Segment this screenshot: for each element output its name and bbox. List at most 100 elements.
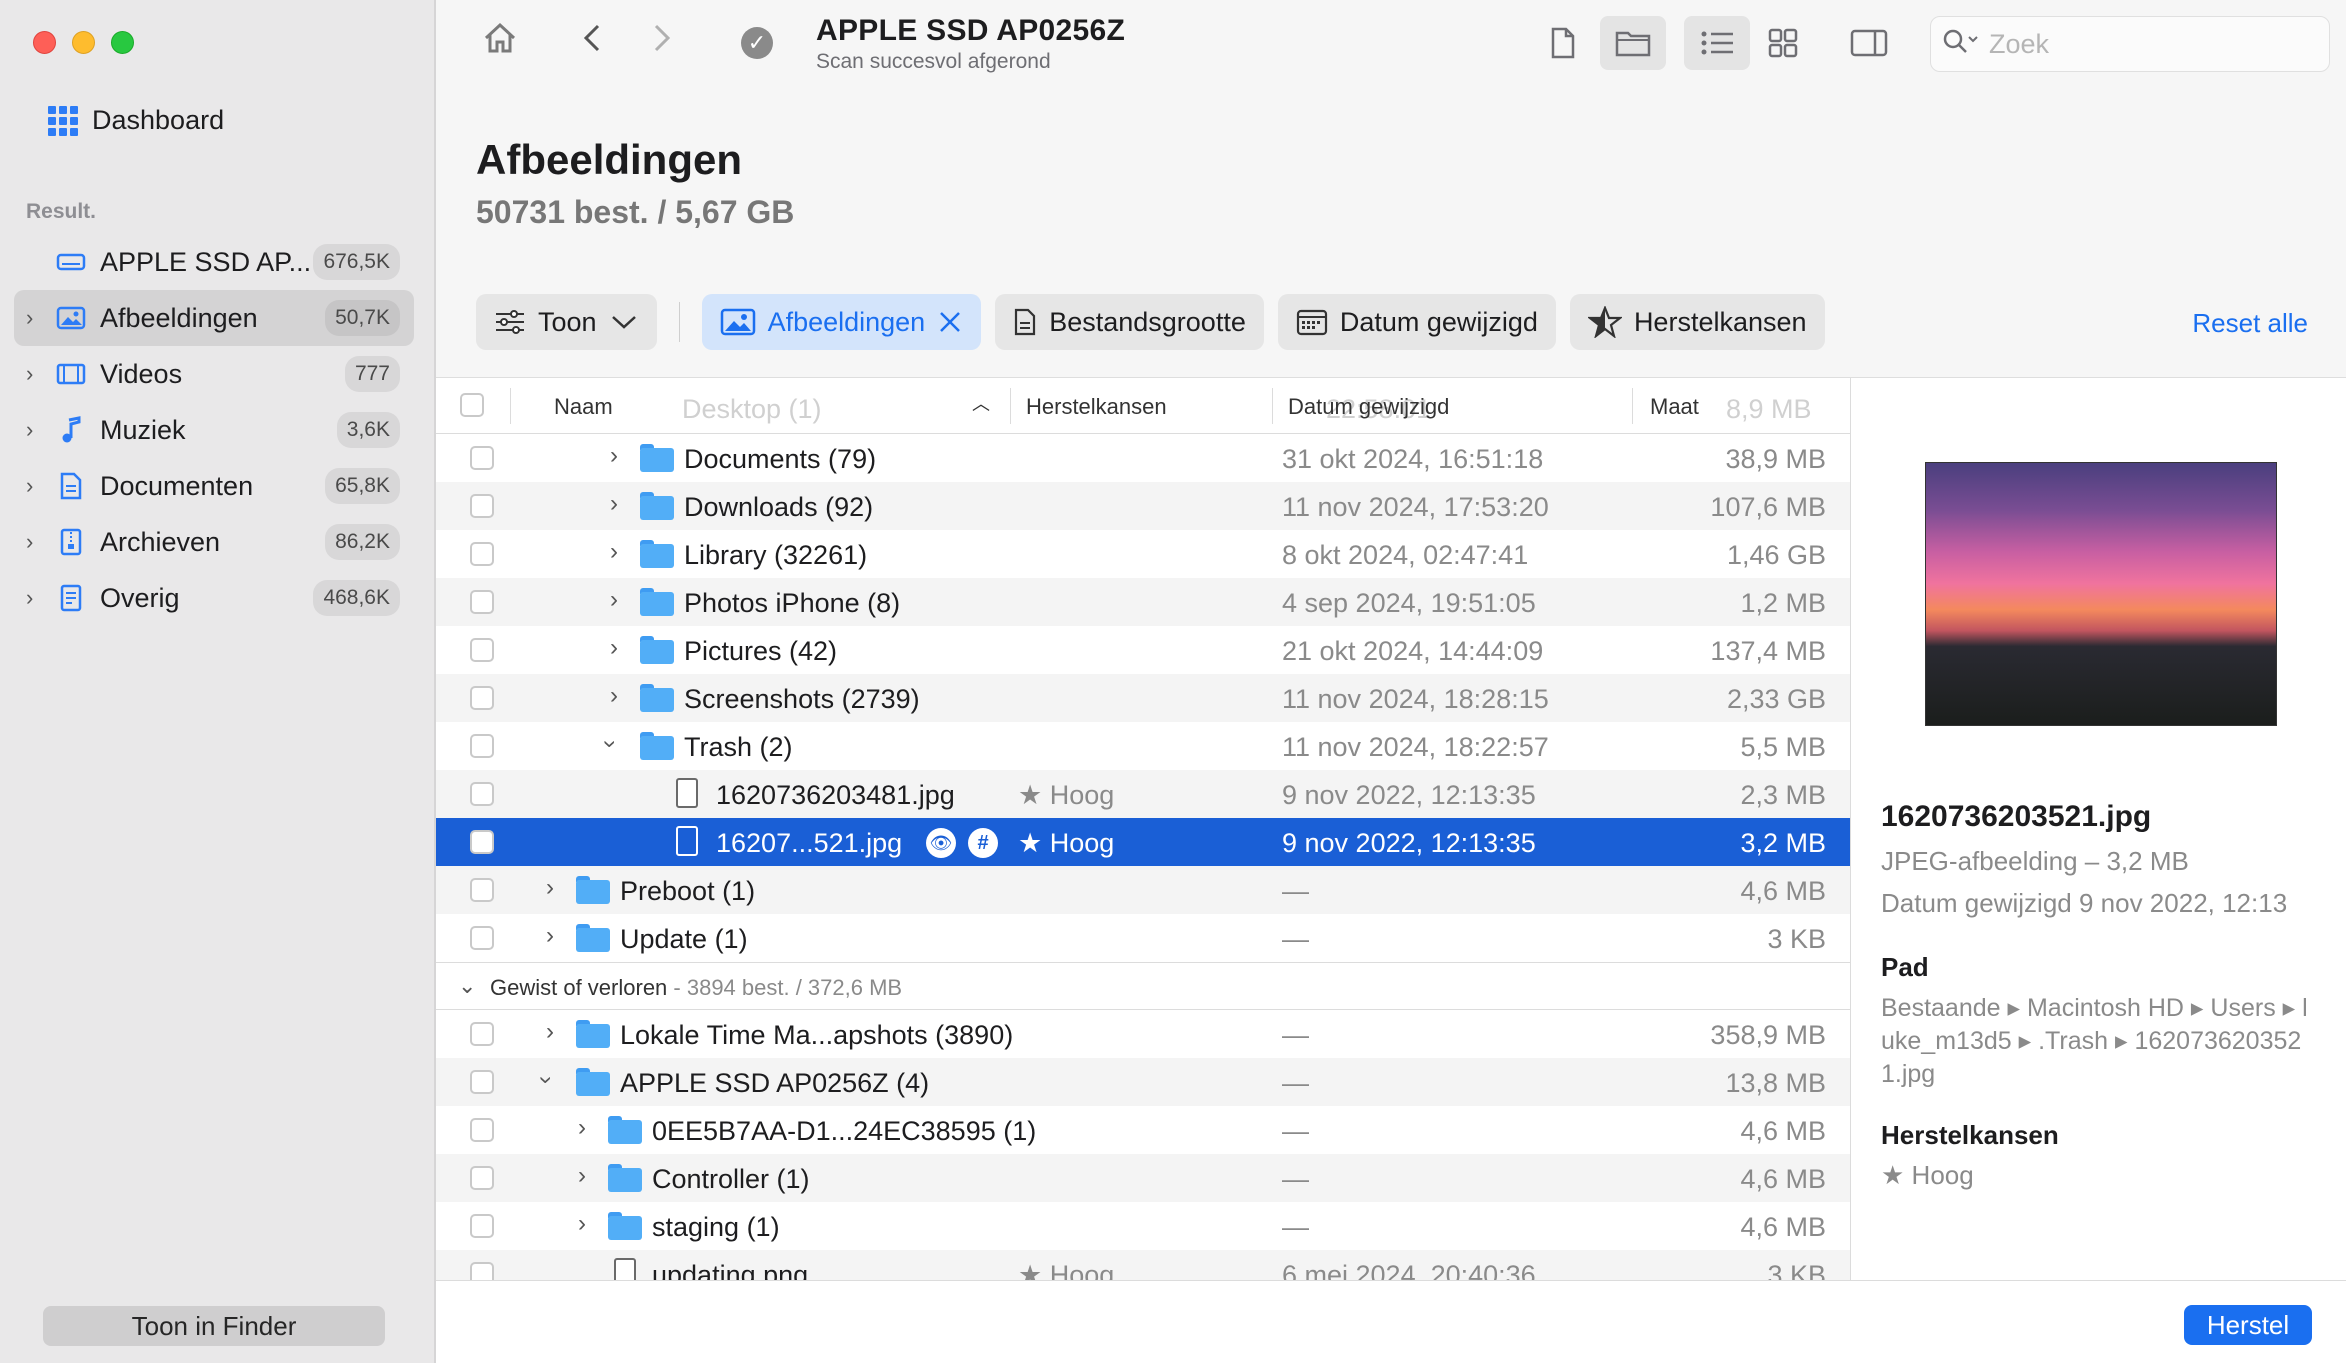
chevron-right-icon[interactable]: › — [610, 586, 618, 614]
row-checkbox[interactable] — [470, 878, 494, 902]
row-checkbox[interactable] — [470, 1262, 494, 1280]
chevron-right-icon[interactable]: › — [26, 529, 46, 555]
recover-button[interactable]: Herstel — [2184, 1305, 2312, 1345]
chevron-right-icon[interactable]: › — [578, 1114, 586, 1142]
chevron-right-icon[interactable]: › — [578, 1162, 586, 1190]
table-row-selected[interactable]: 16207...521.jpg 👁 # ★ Hoog 9 nov 2022, 1… — [436, 818, 1850, 866]
column-header-size[interactable]: Maat — [1650, 394, 1699, 420]
reset-all-link[interactable]: Reset alle — [2192, 308, 2308, 339]
table-row[interactable]: updating.png ★ Hoog 6 mei 2024, 20:40:36… — [436, 1250, 1850, 1280]
home-icon[interactable] — [480, 18, 520, 67]
row-checkbox[interactable] — [470, 926, 494, 950]
row-checkbox[interactable] — [470, 1214, 494, 1238]
grid-view-button[interactable] — [1750, 16, 1816, 70]
chevron-right-icon[interactable]: › — [610, 442, 618, 470]
sidebar-item-archieven[interactable]: › Archieven 86,2K — [14, 514, 414, 570]
preview-panel: 1620736203521.jpg JPEG-afbeelding – 3,2 … — [1850, 378, 2346, 1280]
row-checkbox[interactable] — [470, 734, 494, 758]
star-icon: ★ — [1018, 828, 1043, 858]
table-row[interactable]: › APPLE SSD AP0256Z (4) — 13,8 MB — [436, 1058, 1850, 1106]
sidebar-item-afbeeldingen[interactable]: › Afbeeldingen 50,7K — [14, 290, 414, 346]
row-checkbox[interactable] — [470, 1166, 494, 1190]
filter-afbeeldingen-chip[interactable]: Afbeeldingen — [701, 294, 982, 350]
table-row[interactable]: › Screenshots (2739) 11 nov 2024, 18:28:… — [436, 674, 1850, 722]
row-checkbox[interactable] — [470, 542, 494, 566]
row-checkbox[interactable] — [470, 494, 494, 518]
table-row[interactable]: › Downloads (92) 11 nov 2024, 17:53:20 1… — [436, 482, 1850, 530]
row-date: 9 nov 2022, 12:13:35 — [1282, 828, 1536, 858]
row-checkbox[interactable] — [470, 1022, 494, 1046]
eye-icon[interactable]: 👁 — [926, 828, 956, 858]
sidebar-item-apple-ssd[interactable]: APPLE SSD AP... 676,5K — [14, 234, 414, 290]
table-row[interactable]: › Trash (2) 11 nov 2024, 18:22:57 5,5 MB — [436, 722, 1850, 770]
folder-view-button[interactable] — [1600, 16, 1666, 70]
table-row[interactable]: › Documents (79) 31 okt 2024, 16:51:18 3… — [436, 434, 1850, 482]
hash-icon[interactable]: # — [968, 828, 998, 858]
table-row[interactable]: › staging (1) — 4,6 MB — [436, 1202, 1850, 1250]
chevron-right-icon[interactable]: › — [546, 922, 554, 950]
back-chevron-icon[interactable] — [580, 20, 604, 65]
file-view-button[interactable] — [1530, 16, 1596, 70]
zoom-window-button[interactable] — [111, 31, 134, 54]
search-field[interactable]: Zoek — [1930, 16, 2330, 72]
chevron-right-icon[interactable]: › — [26, 305, 46, 331]
table-row[interactable]: › Library (32261) 8 okt 2024, 02:47:41 1… — [436, 530, 1850, 578]
chevron-down-icon[interactable]: ⌄ — [458, 973, 476, 999]
select-all-checkbox[interactable] — [460, 393, 484, 417]
sidebar-item-overig[interactable]: › Overig 468,6K — [14, 570, 414, 626]
chevron-right-icon[interactable]: › — [610, 634, 618, 662]
row-checkbox[interactable] — [470, 1118, 494, 1142]
row-checkbox[interactable] — [470, 1070, 494, 1094]
table-row[interactable]: › Update (1) — 3 KB — [436, 914, 1850, 962]
row-checkbox[interactable] — [470, 590, 494, 614]
column-header-chance[interactable]: Herstelkansen — [1026, 394, 1167, 420]
chevron-right-icon[interactable]: › — [578, 1210, 586, 1238]
sidebar-item-documenten[interactable]: › Documenten 65,8K — [14, 458, 414, 514]
chevron-right-icon[interactable]: › — [26, 417, 46, 443]
chevron-right-icon[interactable]: › — [610, 538, 618, 566]
preview-filename: 1620736203521.jpg — [1881, 800, 2152, 833]
chevron-down-icon[interactable]: › — [596, 740, 624, 748]
group-header-deleted[interactable]: ⌄ Gewist of verloren - 3894 best. / 372,… — [436, 962, 1850, 1010]
toon-dropdown[interactable]: Toon — [476, 294, 657, 350]
chevron-down-icon[interactable]: › — [532, 1076, 560, 1084]
column-header-name[interactable]: Naam — [554, 394, 613, 420]
table-row[interactable]: › Pictures (42) 21 okt 2024, 14:44:09 13… — [436, 626, 1850, 674]
show-in-finder-button[interactable]: Toon in Finder — [43, 1306, 385, 1346]
table-row[interactable]: › Photos iPhone (8) 4 sep 2024, 19:51:05… — [436, 578, 1850, 626]
forward-chevron-icon[interactable] — [650, 20, 674, 65]
table-row[interactable]: › Controller (1) — 4,6 MB — [436, 1154, 1850, 1202]
table-row[interactable]: 1620736203481.jpg ★ Hoog 9 nov 2022, 12:… — [436, 770, 1850, 818]
sidebar-item-dashboard[interactable]: Dashboard — [48, 105, 224, 136]
filter-herstelkansen-chip[interactable]: Herstelkansen — [1569, 294, 1825, 350]
list-view-button[interactable] — [1684, 16, 1750, 70]
row-name: 16207...521.jpg — [716, 828, 903, 858]
sort-ascending-icon[interactable]: ︿ — [972, 390, 990, 416]
row-checkbox[interactable] — [470, 638, 494, 662]
chevron-right-icon[interactable]: › — [26, 473, 46, 499]
row-size: 3 KB — [1767, 924, 1826, 954]
table-row[interactable]: › 0EE5B7AA-D1...24EC38595 (1) — 4,6 MB — [436, 1106, 1850, 1154]
chevron-right-icon[interactable]: › — [546, 874, 554, 902]
chevron-right-icon[interactable]: › — [546, 1018, 554, 1046]
sidebar-item-muziek[interactable]: › Muziek 3,6K — [14, 402, 414, 458]
chevron-right-icon[interactable]: › — [26, 585, 46, 611]
row-checkbox[interactable] — [470, 830, 494, 854]
table-row[interactable]: › Preboot (1) — 4,6 MB — [436, 866, 1850, 914]
chevron-right-icon[interactable]: › — [610, 682, 618, 710]
close-window-button[interactable] — [33, 31, 56, 54]
chevron-right-icon[interactable]: › — [610, 490, 618, 518]
toggle-preview-button[interactable] — [1836, 16, 1902, 70]
row-size: 3,2 MB — [1740, 828, 1826, 858]
file-table: Desktop (1) 22:58:01 8,9 MB Naam ︿ Herst… — [436, 380, 1850, 1280]
row-checkbox[interactable] — [470, 782, 494, 806]
minimize-window-button[interactable] — [72, 31, 95, 54]
chevron-right-icon[interactable]: › — [26, 361, 46, 387]
row-checkbox[interactable] — [470, 686, 494, 710]
filter-datum-chip[interactable]: Datum gewijzigd — [1277, 294, 1556, 350]
row-checkbox[interactable] — [470, 446, 494, 470]
column-header-date[interactable]: Datum gewijzigd — [1288, 394, 1449, 420]
table-row[interactable]: › Lokale Time Ma...apshots (3890) — 358,… — [436, 1010, 1850, 1058]
filter-bestandsgrootte-chip[interactable]: Bestandsgrootte — [995, 294, 1264, 350]
sidebar-item-videos[interactable]: › Videos 777 — [14, 346, 414, 402]
